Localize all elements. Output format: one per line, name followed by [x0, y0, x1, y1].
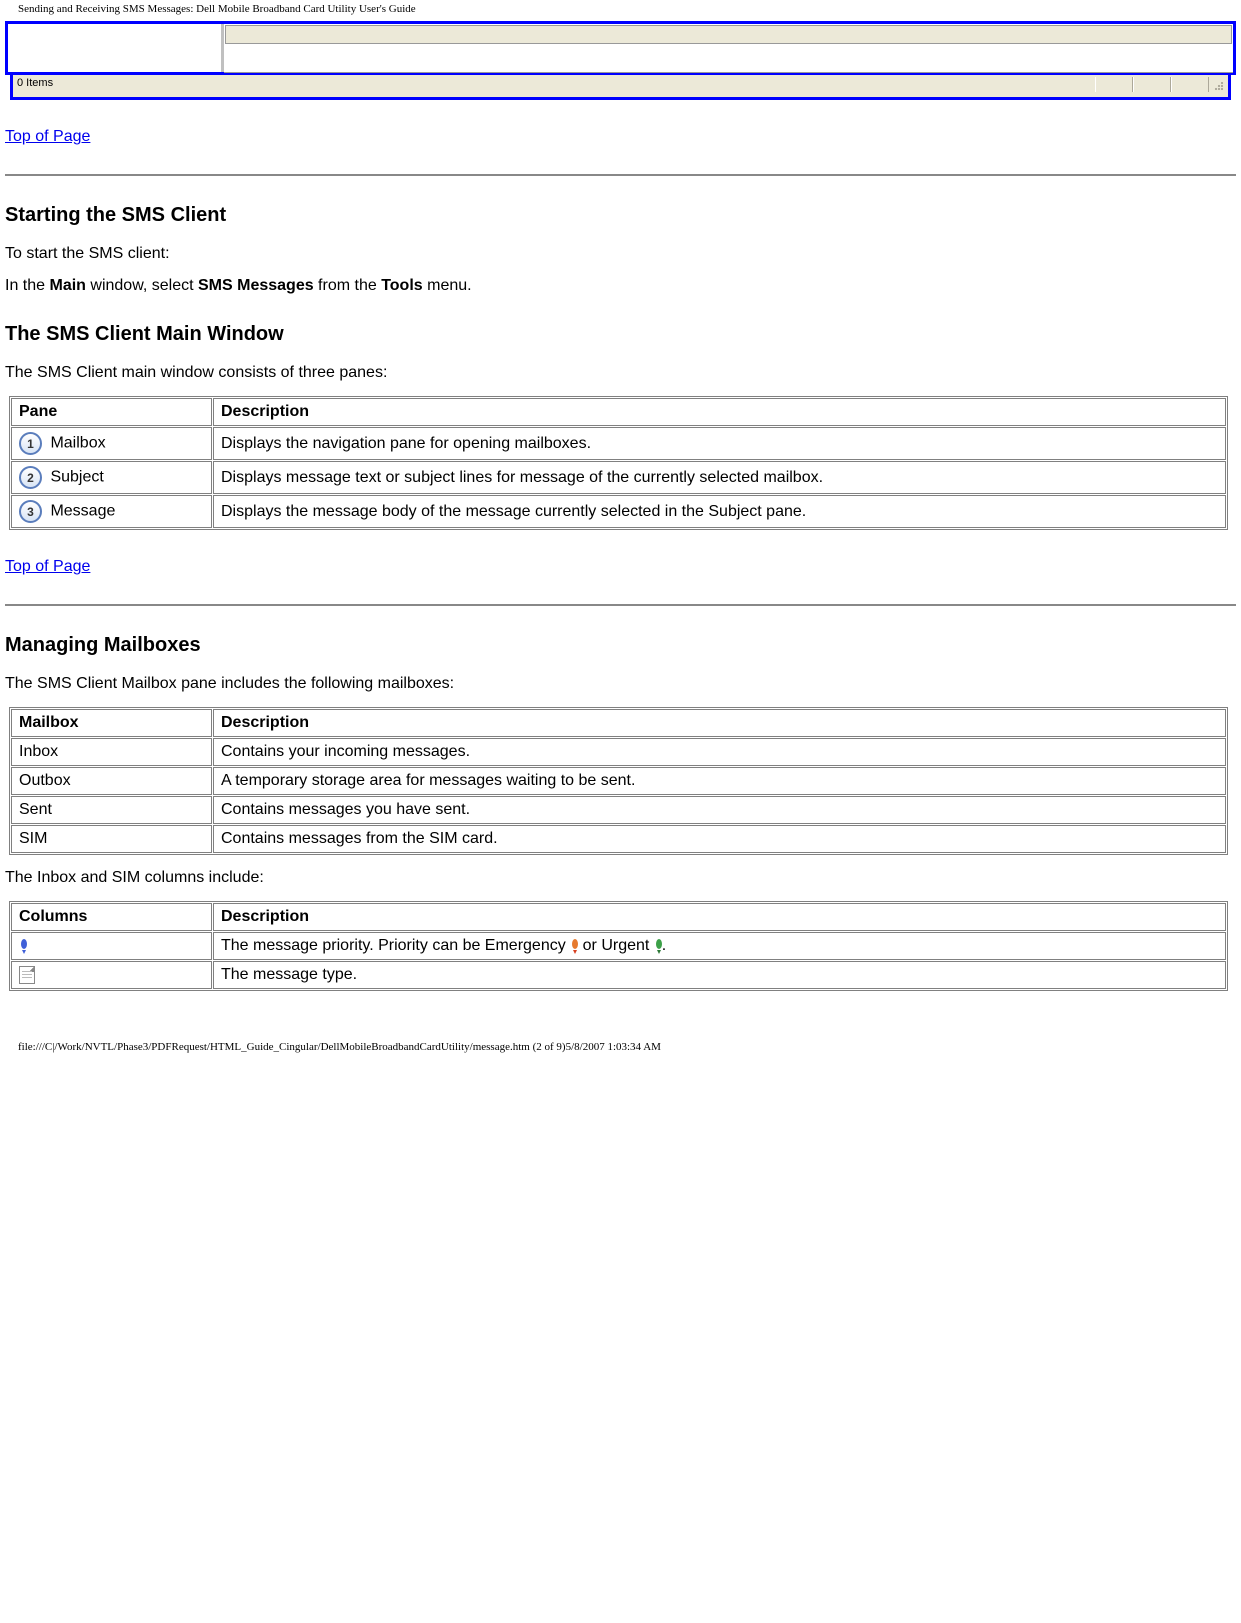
- app-screenshot-fragment: 0 Items: [5, 21, 1236, 100]
- divider: [5, 604, 1236, 606]
- table-header: Description: [213, 709, 1226, 737]
- heading-sms-client-main-window: The SMS Client Main Window: [5, 323, 1236, 346]
- paragraph: The SMS Client Mailbox pane includes the…: [5, 675, 1236, 693]
- paragraph: In the Main window, select SMS Messages …: [5, 277, 1236, 295]
- priority-urgent-icon: [654, 939, 662, 953]
- table-header: Description: [213, 398, 1226, 426]
- scrollbar-horizontal[interactable]: [225, 25, 1232, 44]
- number-1-icon: 1: [19, 432, 42, 455]
- table-header-row: Mailbox Description: [11, 709, 1226, 737]
- paragraph: The Inbox and SIM columns include:: [5, 869, 1236, 887]
- mailboxes-table: Mailbox Description Inbox Contains your …: [9, 707, 1228, 855]
- page-header-path: Sending and Receiving SMS Messages: Dell…: [0, 0, 1241, 15]
- table-row: 2 Subject Displays message text or subje…: [11, 461, 1226, 494]
- divider: [5, 174, 1236, 176]
- table-header: Columns: [11, 903, 212, 931]
- panes-table: Pane Description 1 Mailbox Displays the …: [9, 396, 1228, 530]
- paragraph: To start the SMS client:: [5, 245, 1236, 263]
- status-bar: 0 Items: [10, 75, 1231, 100]
- priority-emergency-icon: [570, 939, 578, 953]
- table-header: Description: [213, 903, 1226, 931]
- number-2-icon: 2: [19, 466, 42, 489]
- columns-table: Columns Description The message priority…: [9, 901, 1228, 991]
- table-row: Inbox Contains your incoming messages.: [11, 738, 1226, 766]
- table-header-row: Pane Description: [11, 398, 1226, 426]
- number-3-icon: 3: [19, 500, 42, 523]
- top-of-page-link[interactable]: Top of Page: [5, 558, 90, 575]
- paragraph: The SMS Client main window consists of t…: [5, 364, 1236, 382]
- heading-starting-sms-client: Starting the SMS Client: [5, 204, 1236, 227]
- table-header: Mailbox: [11, 709, 212, 737]
- table-row: 1 Mailbox Displays the navigation pane f…: [11, 427, 1226, 460]
- table-header-row: Columns Description: [11, 903, 1226, 931]
- status-text: 0 Items: [17, 77, 53, 89]
- table-row: Outbox A temporary storage area for mess…: [11, 767, 1226, 795]
- table-row: Sent Contains messages you have sent.: [11, 796, 1226, 824]
- table-row: The message priority. Priority can be Em…: [11, 932, 1226, 960]
- resize-grip-icon[interactable]: [1209, 77, 1225, 92]
- table-row: SIM Contains messages from the SIM card.: [11, 825, 1226, 853]
- document-icon: [19, 966, 35, 984]
- table-header: Pane: [11, 398, 212, 426]
- priority-blue-icon: [19, 939, 27, 953]
- page-footer-path: file:///C|/Work/NVTL/Phase3/PDFRequest/H…: [0, 1003, 1241, 1063]
- heading-managing-mailboxes: Managing Mailboxes: [5, 634, 1236, 657]
- top-of-page-link[interactable]: Top of Page: [5, 128, 90, 145]
- table-row: 3 Message Displays the message body of t…: [11, 495, 1226, 528]
- table-row: The message type.: [11, 961, 1226, 989]
